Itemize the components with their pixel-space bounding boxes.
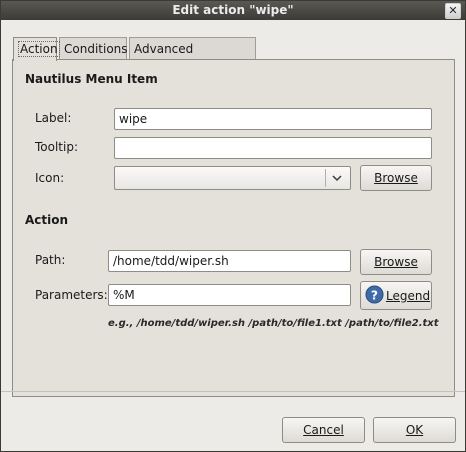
parameters-label: Parameters: — [35, 288, 108, 302]
cancel-label: Cancel — [303, 423, 344, 437]
icon-label: Icon: — [35, 171, 65, 185]
tab-conditions-label: Conditions — [64, 42, 128, 56]
legend-button[interactable]: ? Legend — [360, 281, 432, 310]
path-browse-button[interactable]: Browse — [360, 249, 432, 275]
tab-action[interactable]: Action — [13, 37, 60, 61]
parameters-hint: e.g., /home/tdd/wiper.sh /path/to/file1.… — [108, 318, 439, 329]
icon-combo[interactable] — [114, 166, 351, 190]
help-question-icon: ? — [365, 285, 384, 304]
title-bar: Edit action "wipe" ✕ — [1, 1, 465, 20]
ok-button[interactable]: OK — [373, 417, 456, 443]
legend-label: Legend — [386, 289, 431, 303]
tab-conditions[interactable]: Conditions — [59, 37, 128, 59]
close-icon[interactable]: ✕ — [445, 3, 461, 19]
tooltip-input[interactable] — [114, 137, 432, 159]
path-input[interactable]: /home/tdd/wiper.sh — [108, 250, 351, 272]
icon-browse-label: Browse — [374, 171, 418, 185]
tab-advanced-conditions[interactable]: Advanced Conditions — [129, 37, 256, 78]
svg-text:?: ? — [371, 288, 378, 302]
parameters-input[interactable]: %M — [108, 284, 351, 306]
window-title: Edit action "wipe" — [172, 3, 294, 17]
cancel-button[interactable]: Cancel — [282, 417, 365, 443]
path-browse-label: Browse — [374, 255, 418, 269]
icon-browse-button[interactable]: Browse — [360, 165, 432, 191]
section-action-heading: Action — [25, 213, 69, 227]
action-tab-panel: Nautilus Menu Item Label: wipe Tooltip: … — [12, 59, 455, 397]
section-menu-item-heading: Nautilus Menu Item — [25, 72, 158, 86]
chevron-down-icon — [332, 175, 342, 182]
tooltip-label: Tooltip: — [35, 140, 79, 154]
dialog-body: Action Conditions Advanced Conditions Na… — [1, 20, 465, 451]
path-label: Path: — [35, 253, 66, 267]
tab-action-label: Action — [18, 41, 60, 57]
label-label: Label: — [35, 111, 72, 125]
label-input[interactable]: wipe — [114, 108, 432, 130]
dialog-window: Edit action "wipe" ✕ Action Conditions A… — [0, 0, 466, 452]
combo-separator — [325, 169, 326, 187]
ok-label: OK — [405, 423, 424, 437]
bottom-divider — [1, 391, 465, 392]
